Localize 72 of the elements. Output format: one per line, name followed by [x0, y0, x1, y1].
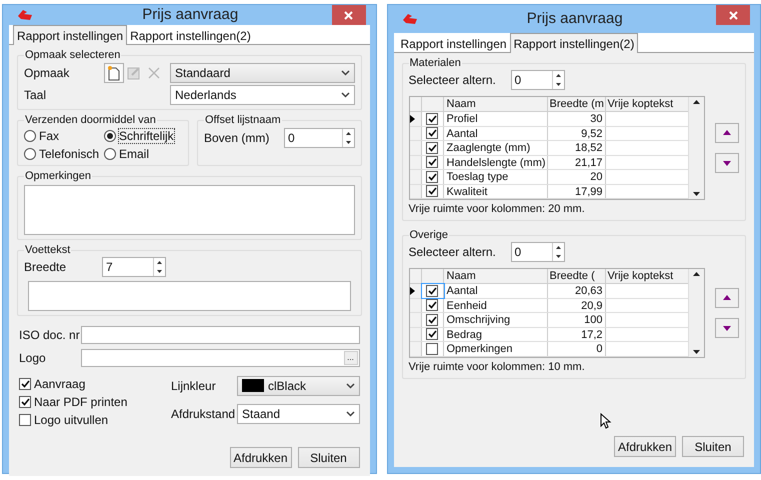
group-title: Voettekst [24, 244, 72, 256]
dropdown[interactable]: Staand [237, 404, 360, 424]
dropdown[interactable]: Nederlands [170, 85, 354, 105]
radio-label: Telefonisch [39, 147, 100, 161]
radio-label: Schriftelijk [119, 129, 174, 143]
tab[interactable]: Rapport instellingen [13, 25, 128, 45]
free-space-note: Vrije ruimte voor kolommen: 20 mm. [408, 202, 586, 216]
table-cell: Handelslengte (mm) [444, 156, 548, 169]
table-cell: Eenheid [444, 298, 548, 312]
column-header[interactable]: Vrije koptekst [606, 97, 688, 111]
table-cell: 18,52 [548, 141, 606, 154]
logo-field[interactable]: ... [81, 349, 360, 367]
field-label: Selecteer altern. [408, 73, 497, 87]
dialog-button[interactable]: Afdrukken [614, 436, 676, 457]
dialog-button[interactable]: Afdrukken [230, 447, 292, 468]
dropdown[interactable]: Standaard [170, 63, 354, 83]
field-label: Selecteer altern. [408, 245, 497, 259]
dropdown[interactable]: clBlack [237, 376, 360, 396]
dialog-button[interactable]: Sluiten [298, 447, 360, 468]
column-header[interactable]: Breedte (m [548, 97, 606, 111]
window-title: Prijs aanvraag [526, 12, 624, 26]
checkbox-label: Aanvraag [34, 377, 86, 391]
table-cell: Aantal [444, 126, 548, 140]
spin-field[interactable]: 7 [102, 257, 166, 277]
group-title: Opmerkingen [24, 170, 92, 182]
table-cell: Omschrijving [444, 313, 548, 326]
tab[interactable]: Rapport instellingen(2) [510, 33, 638, 53]
group-title: Verzenden doormiddel van [24, 114, 157, 126]
field-label: Breedte [24, 260, 68, 274]
table-cell: Bedrag [444, 328, 548, 341]
table-cell: 30 [548, 112, 606, 126]
radio-label: Email [119, 147, 150, 161]
table-cell: 9,52 [548, 126, 606, 140]
table-cell: 17,99 [548, 184, 606, 198]
table-cell: 20 [548, 170, 606, 184]
table-cell: Profiel [444, 112, 548, 126]
field-label: Opmaak [24, 66, 70, 80]
table-cell: 100 [548, 313, 606, 326]
dialog-button[interactable]: Sluiten [682, 436, 744, 457]
column-header[interactable]: Naam [444, 97, 548, 111]
table-cell: 20,9 [548, 298, 606, 312]
spin-field[interactable]: 0 [510, 70, 564, 90]
field-label: Afdrukstand [171, 407, 236, 422]
table-cell: Toeslag type [444, 170, 548, 184]
browse-button[interactable]: ... [344, 351, 358, 365]
spin-field[interactable]: 0 [284, 128, 354, 148]
group-title: Opmaak selecteren [24, 49, 122, 61]
column-header[interactable]: Vrije koptekst [606, 269, 688, 283]
free-space-note: Vrije ruimte voor kolommen: 10 mm. [408, 360, 586, 374]
field-label: Logo [19, 351, 47, 365]
table-cell: Zaaglengte (mm) [444, 141, 548, 154]
table-cell: 0 [548, 342, 606, 356]
table-cell: 20,63 [548, 284, 606, 298]
group-title: Offset lijstnaam [204, 114, 282, 126]
group-title: Materialen [408, 57, 462, 69]
table-cell: 21,17 [548, 156, 606, 169]
table-cell: Kwaliteit [444, 184, 548, 198]
spin-field[interactable]: 0 [510, 242, 564, 262]
column-header[interactable]: Naam [444, 269, 548, 283]
radio-label: Fax [39, 129, 60, 143]
field-label: Taal [24, 88, 48, 102]
table-cell: 17,2 [548, 328, 606, 341]
field-label: Lijnkleur [171, 378, 217, 393]
table-cell: Opmerkingen [444, 342, 548, 356]
window-title: Prijs aanvraag [141, 8, 240, 22]
field-label: ISO doc. nr [19, 328, 81, 342]
checkbox-label: Logo uitvullen [34, 413, 108, 427]
checkbox-label: Naar PDF printen [34, 395, 128, 409]
group-title: Overige [408, 229, 450, 241]
field-label: Boven (mm) [204, 131, 270, 145]
table-cell: Aantal [444, 284, 548, 298]
column-header[interactable]: Breedte ( [548, 269, 606, 283]
